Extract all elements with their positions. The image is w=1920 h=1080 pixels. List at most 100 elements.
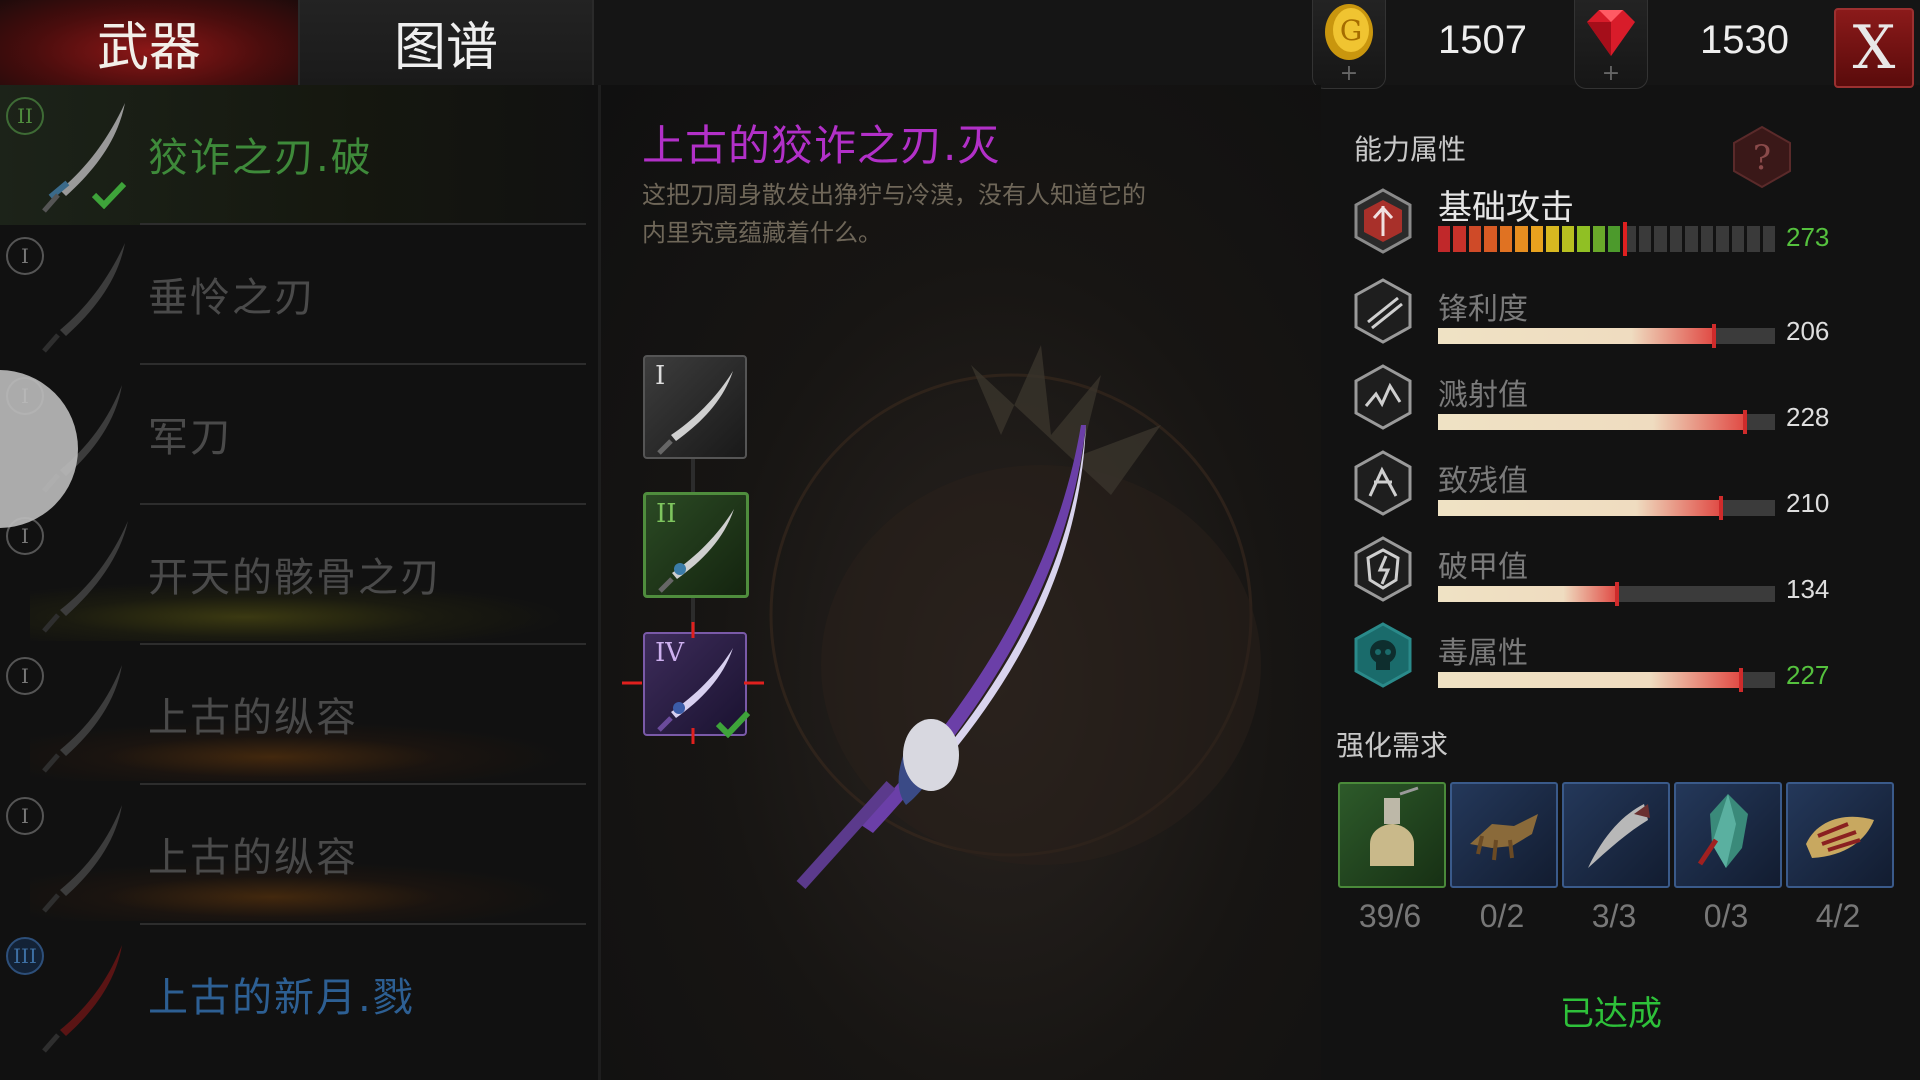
weapon-name: 上古的纵容	[148, 835, 358, 881]
stat-label: 致残值	[1438, 464, 1528, 499]
tab-codex[interactable]: 图谱	[300, 0, 594, 85]
weapon-list-item[interactable]: I 军刀	[0, 365, 598, 505]
stat-bar-marker	[1739, 668, 1744, 692]
splash-icon	[1354, 364, 1412, 430]
stat-bar-marker	[1712, 324, 1717, 348]
attack-segment	[1700, 226, 1714, 252]
cripple-bar	[1438, 496, 1775, 520]
stat-value: 273	[1786, 222, 1830, 252]
description-line: 这把刀周身散发出狰狞与冷漠，没有人知道它的	[642, 181, 1146, 209]
weapon-name: 垂怜之刃	[148, 275, 316, 321]
upgrade-title: 强化需求	[1336, 729, 1449, 762]
material-slot[interactable]	[1338, 782, 1446, 888]
attack-segment	[1468, 226, 1482, 252]
attack-segment	[1484, 226, 1497, 252]
gold-spine-icon	[1806, 816, 1874, 858]
attack-segment	[1716, 226, 1729, 252]
material-slot[interactable]	[1674, 782, 1782, 888]
stat-label: 毒属性	[1438, 636, 1528, 671]
tier-slot-1[interactable]: I	[643, 355, 747, 459]
attack-segment	[1592, 226, 1605, 252]
sword-icon	[42, 243, 125, 353]
weapon-list-item[interactable]: I 上古的纵容	[0, 785, 598, 925]
upgrade-status: 已达成	[1560, 994, 1662, 1034]
weapon-display-art	[769, 345, 1261, 890]
sharpness-icon	[1354, 278, 1412, 344]
sword-icon	[42, 945, 122, 1053]
stat-bar-fill	[1438, 500, 1722, 516]
tier-slot-2[interactable]: II	[643, 492, 749, 598]
stat-label: 溅射值	[1438, 378, 1528, 413]
poison-skull-icon	[1354, 622, 1412, 688]
material-slot[interactable]	[1450, 782, 1558, 888]
gold-amount: 1507	[1438, 18, 1527, 62]
top-bar: 武器 图谱 G + 1507 + 1530 X	[0, 0, 1920, 89]
stat-bar-fill	[1438, 586, 1617, 602]
attack-segment-marker	[1623, 222, 1628, 256]
weapon-list-item[interactable]: I 上古的纵容	[0, 645, 598, 785]
armor-break-icon	[1354, 536, 1412, 602]
tab-weapon[interactable]: 武器	[0, 0, 300, 85]
stat-bar-marker	[1719, 496, 1724, 520]
attack-segment	[1731, 226, 1745, 252]
stat-bar-fill	[1438, 328, 1715, 344]
poison-bar	[1438, 668, 1775, 692]
sword-icon	[42, 805, 122, 913]
attack-segment	[1438, 226, 1451, 252]
material-count: 3/3	[1591, 898, 1637, 934]
sharpness-bar	[1438, 324, 1775, 348]
gem-button[interactable]: +	[1574, 0, 1648, 89]
attack-segment	[1762, 226, 1775, 252]
attack-segment	[1577, 226, 1590, 252]
cripple-icon	[1354, 450, 1412, 516]
attack-shield-icon	[1354, 188, 1412, 254]
sword-icon	[42, 521, 128, 633]
material-slot[interactable]	[1562, 782, 1670, 888]
weapon-name: 上古的新月.戮	[148, 975, 415, 1021]
armor-break-bar	[1438, 582, 1775, 606]
svg-text:?: ?	[1753, 138, 1771, 178]
potion-flask-icon	[1370, 786, 1419, 866]
stats-title: 能力属性	[1354, 133, 1467, 166]
material-count: 4/2	[1815, 898, 1861, 934]
attack-segment	[1669, 226, 1683, 252]
weapon-name: 狡诈之刃.破	[148, 135, 373, 181]
weapon-list-item[interactable]: II 狡诈之刃.破	[0, 85, 598, 225]
weapon-list: II 狡诈之刃.破 I 垂怜之刃 I 军刀 I	[0, 85, 601, 1080]
help-icon[interactable]: ?	[1730, 125, 1794, 189]
gem-amount: 1530	[1700, 18, 1789, 62]
attack-segment	[1654, 226, 1667, 252]
stat-label: 破甲值	[1438, 550, 1528, 585]
weapon-title: 上古的狡诈之刃.灭	[642, 121, 1001, 170]
checkmark-icon	[716, 710, 750, 738]
tier-numeral: II	[656, 499, 677, 529]
attack-segment	[1453, 226, 1466, 252]
material-count: 0/2	[1479, 898, 1525, 934]
stat-bar-fill	[1438, 672, 1742, 688]
close-button[interactable]: X	[1834, 8, 1914, 88]
material-count: 0/3	[1703, 898, 1749, 934]
stat-value: 210	[1786, 488, 1830, 518]
gold-coin-icon: G	[1325, 4, 1373, 60]
attack-segment	[1685, 226, 1698, 252]
stat-label: 基础攻击	[1438, 188, 1574, 228]
svg-text:G: G	[1340, 14, 1362, 47]
attack-segment	[1515, 226, 1528, 252]
checkmark-icon	[92, 181, 126, 209]
splash-bar	[1438, 410, 1775, 434]
attack-segment	[1546, 226, 1559, 252]
tier-numeral: I	[655, 361, 666, 391]
stat-bar-fill	[1438, 414, 1745, 430]
weapon-list-item[interactable]: III 上古的新月.戮	[0, 925, 598, 1065]
material-count: 39/6	[1358, 898, 1422, 934]
weapon-list-item[interactable]: I 开天的骸骨之刃	[0, 505, 598, 645]
attack-segment	[1561, 226, 1575, 252]
material-slot[interactable]	[1786, 782, 1894, 888]
gold-coin-button[interactable]: G +	[1312, 0, 1386, 89]
fang-icon	[1588, 804, 1650, 868]
attack-segment-bar	[1438, 222, 1775, 256]
stat-value: 134	[1786, 574, 1830, 604]
stat-bar-marker	[1742, 410, 1747, 434]
weapon-list-item[interactable]: I 垂怜之刃	[0, 225, 598, 365]
attack-segment	[1499, 226, 1513, 252]
